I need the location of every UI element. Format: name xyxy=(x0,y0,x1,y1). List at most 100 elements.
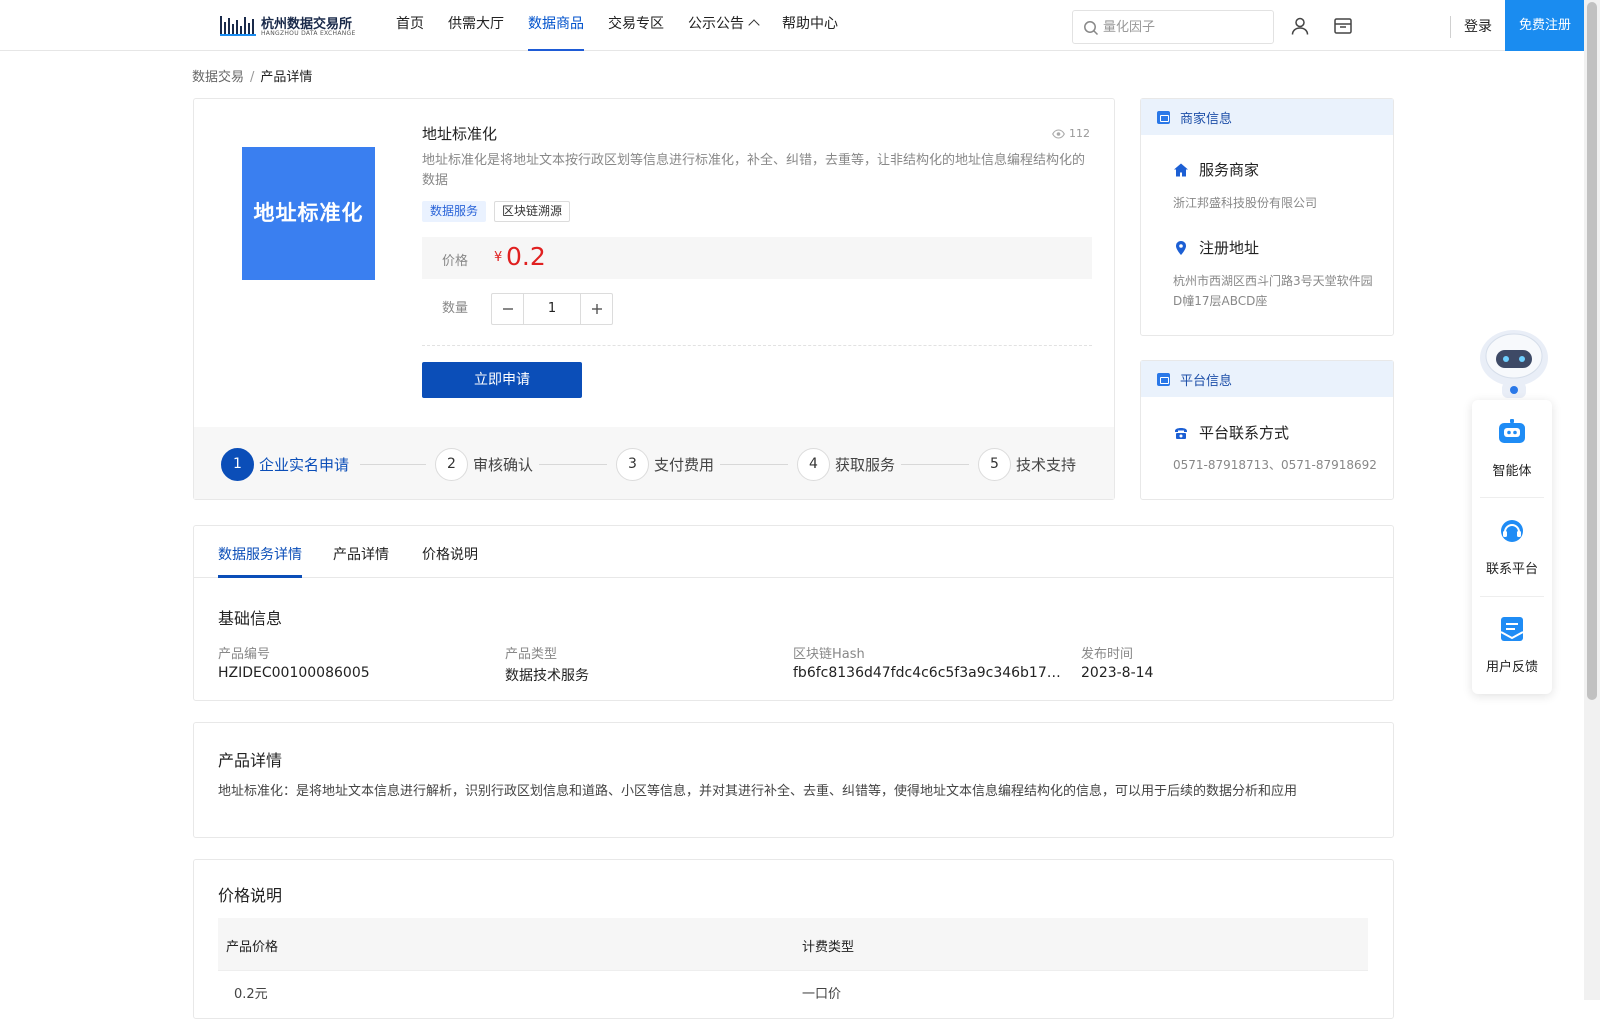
quantity-stepper: 1 xyxy=(491,293,613,325)
agent-icon xyxy=(1499,419,1525,443)
dashed-divider xyxy=(422,345,1092,346)
tab-service-detail[interactable]: 数据服务详情 xyxy=(218,544,302,564)
nav-announcements[interactable]: 公示公告 xyxy=(688,0,760,51)
detail-tabs: 数据服务详情 产品详情 价格说明 xyxy=(194,526,1393,578)
nav-data-products[interactable]: 数据商品 xyxy=(528,0,584,51)
eye-icon xyxy=(1052,128,1065,139)
register-button[interactable]: 免费注册 xyxy=(1505,0,1585,51)
merchant-info-title: 商家信息 xyxy=(1180,111,1233,127)
breadcrumb-separator: / xyxy=(250,70,255,85)
billing-type-cell: 一口价 xyxy=(802,987,842,1002)
phone-icon xyxy=(1175,427,1187,439)
breadcrumb: 数据交易 / 产品详情 xyxy=(192,66,312,85)
column-product-price: 产品价格 xyxy=(226,940,279,955)
step-2-label: 审核确认 xyxy=(473,455,534,474)
tab-price-info[interactable]: 价格说明 xyxy=(422,544,478,564)
breadcrumb-current: 产品详情 xyxy=(260,70,313,85)
feedback-icon xyxy=(1500,617,1524,641)
agent-button[interactable]: 智能体 xyxy=(1472,400,1552,498)
step-4-label: 获取服务 xyxy=(835,455,896,474)
tag-blockchain: 区块链溯源 xyxy=(494,201,571,222)
product-type-label: 产品类型 xyxy=(505,647,558,662)
login-link[interactable]: 登录 xyxy=(1464,16,1492,36)
scrollbar-thumb[interactable] xyxy=(1587,2,1597,700)
platform-info-header: 平台信息 xyxy=(1141,361,1393,397)
step-connector xyxy=(901,464,969,465)
decrement-button[interactable] xyxy=(492,294,523,324)
price-table-header: 产品价格 计费类型 xyxy=(218,918,1368,970)
increment-button[interactable] xyxy=(581,294,612,324)
search-input[interactable] xyxy=(1103,17,1263,37)
step-5: 5 技术支持 xyxy=(978,447,1076,481)
step-2: 2 审核确认 xyxy=(435,447,533,481)
minus-icon xyxy=(502,308,513,310)
tab-product-detail[interactable]: 产品详情 xyxy=(333,544,389,564)
registered-address-value: 杭州市西湖区西斗门路3号天堂软件园D幢17层ABCD座 xyxy=(1173,274,1373,308)
step-3: 3 支付费用 xyxy=(616,447,714,481)
step-5-label: 技术支持 xyxy=(1016,455,1077,474)
registered-address-title: 注册地址 xyxy=(1199,239,1260,257)
quantity-value[interactable]: 1 xyxy=(523,294,581,324)
main-nav: 首页 供需大厅 数据商品 交易专区 公示公告 帮助中心 xyxy=(396,0,862,51)
user-icon[interactable] xyxy=(1290,16,1310,36)
service-merchant-title: 服务商家 xyxy=(1199,161,1260,179)
search-box[interactable] xyxy=(1072,10,1274,44)
product-code-label: 产品编号 xyxy=(218,647,271,662)
price-currency: ¥ xyxy=(494,250,503,265)
blockchain-hash-label: 区块链Hash xyxy=(793,647,865,662)
nav-help-center[interactable]: 帮助中心 xyxy=(782,0,838,51)
logo-mark-icon xyxy=(220,16,256,36)
platform-contact-title: 平台联系方式 xyxy=(1199,424,1290,442)
step-1: 1 企业实名申请 xyxy=(221,447,349,481)
registered-address-row: 注册地址 xyxy=(1173,237,1259,258)
product-detail-text: 地址标准化：是将地址文本信息进行解析，识别行政区划信息和道路、小区等信息，并对其… xyxy=(218,784,1298,799)
price-info-title: 价格说明 xyxy=(218,886,283,905)
view-count-value: 112 xyxy=(1069,127,1090,140)
nav-supply-demand[interactable]: 供需大厅 xyxy=(448,0,504,51)
breadcrumb-root[interactable]: 数据交易 xyxy=(192,70,244,85)
product-image: 地址标准化 xyxy=(242,147,375,280)
logo-subtitle: HANGZHOU DATA EXCHANGE xyxy=(261,30,356,37)
column-billing-type: 计费类型 xyxy=(802,940,855,955)
monitor-icon xyxy=(1157,372,1170,386)
robot-assistant-icon[interactable] xyxy=(1474,326,1554,404)
headset-icon xyxy=(1501,520,1523,542)
apply-now-button[interactable]: 立即申请 xyxy=(422,362,582,398)
price-cell: 0.2元 xyxy=(234,987,268,1002)
platform-contact-row: 平台联系方式 xyxy=(1173,422,1289,443)
site-logo[interactable]: 杭州数据交易所 HANGZHOU DATA EXCHANGE xyxy=(220,12,360,40)
price-value: 0.2 xyxy=(506,242,546,271)
quantity-label: 数量 xyxy=(442,301,469,316)
header-divider xyxy=(1450,16,1451,38)
nav-trade-zone[interactable]: 交易专区 xyxy=(608,0,664,51)
step-3-number: 3 xyxy=(616,447,649,481)
shop-icon[interactable] xyxy=(1333,16,1353,36)
plus-icon xyxy=(591,304,602,314)
basic-info-title: 基础信息 xyxy=(218,609,283,628)
service-detail-card: 数据服务详情 产品详情 价格说明 基础信息 产品编号 HZIDEC0010008… xyxy=(193,525,1394,701)
feedback-button[interactable]: 用户反馈 xyxy=(1472,596,1552,694)
publish-time-label: 发布时间 xyxy=(1081,647,1134,662)
platform-info-title: 平台信息 xyxy=(1180,373,1233,389)
step-4-number: 4 xyxy=(797,447,830,481)
step-1-label: 企业实名申请 xyxy=(259,455,350,474)
contact-platform-label: 联系平台 xyxy=(1485,562,1538,577)
product-type-value: 数据技术服务 xyxy=(505,668,589,684)
service-merchant-row: 服务商家 xyxy=(1173,159,1259,180)
platform-contact-value: 0571-87918713、0571-87918692 xyxy=(1173,458,1377,472)
price-box: 价格 ¥ 0.2 xyxy=(422,237,1092,279)
step-4: 4 获取服务 xyxy=(797,447,895,481)
tag-data-service: 数据服务 xyxy=(422,201,487,222)
process-steps: 1 企业实名申请 2 审核确认 3 支付费用 4 获取服务 5 技术支持 xyxy=(194,427,1114,499)
product-detail-card: 产品详情 地址标准化：是将地址文本信息进行解析，识别行政区划信息和道路、小区等信… xyxy=(193,722,1394,838)
product-title: 地址标准化 xyxy=(422,125,498,143)
product-detail-title: 产品详情 xyxy=(218,751,283,770)
step-connector xyxy=(360,464,426,465)
home-icon xyxy=(1174,163,1188,176)
price-info-card: 价格说明 产品价格 计费类型 0.2元 一口价 xyxy=(193,859,1394,1019)
contact-platform-button[interactable]: 联系平台 xyxy=(1472,498,1552,596)
merchant-info-card: 商家信息 服务商家 浙江邦盛科技股份有限公司 注册地址 杭州市西湖区西斗门路3号… xyxy=(1140,98,1394,336)
platform-info-card: 平台信息 平台联系方式 0571-87918713、0571-87918692 xyxy=(1140,360,1394,500)
top-header: 杭州数据交易所 HANGZHOU DATA EXCHANGE 首页 供需大厅 数… xyxy=(0,0,1585,51)
nav-home[interactable]: 首页 xyxy=(396,0,424,51)
